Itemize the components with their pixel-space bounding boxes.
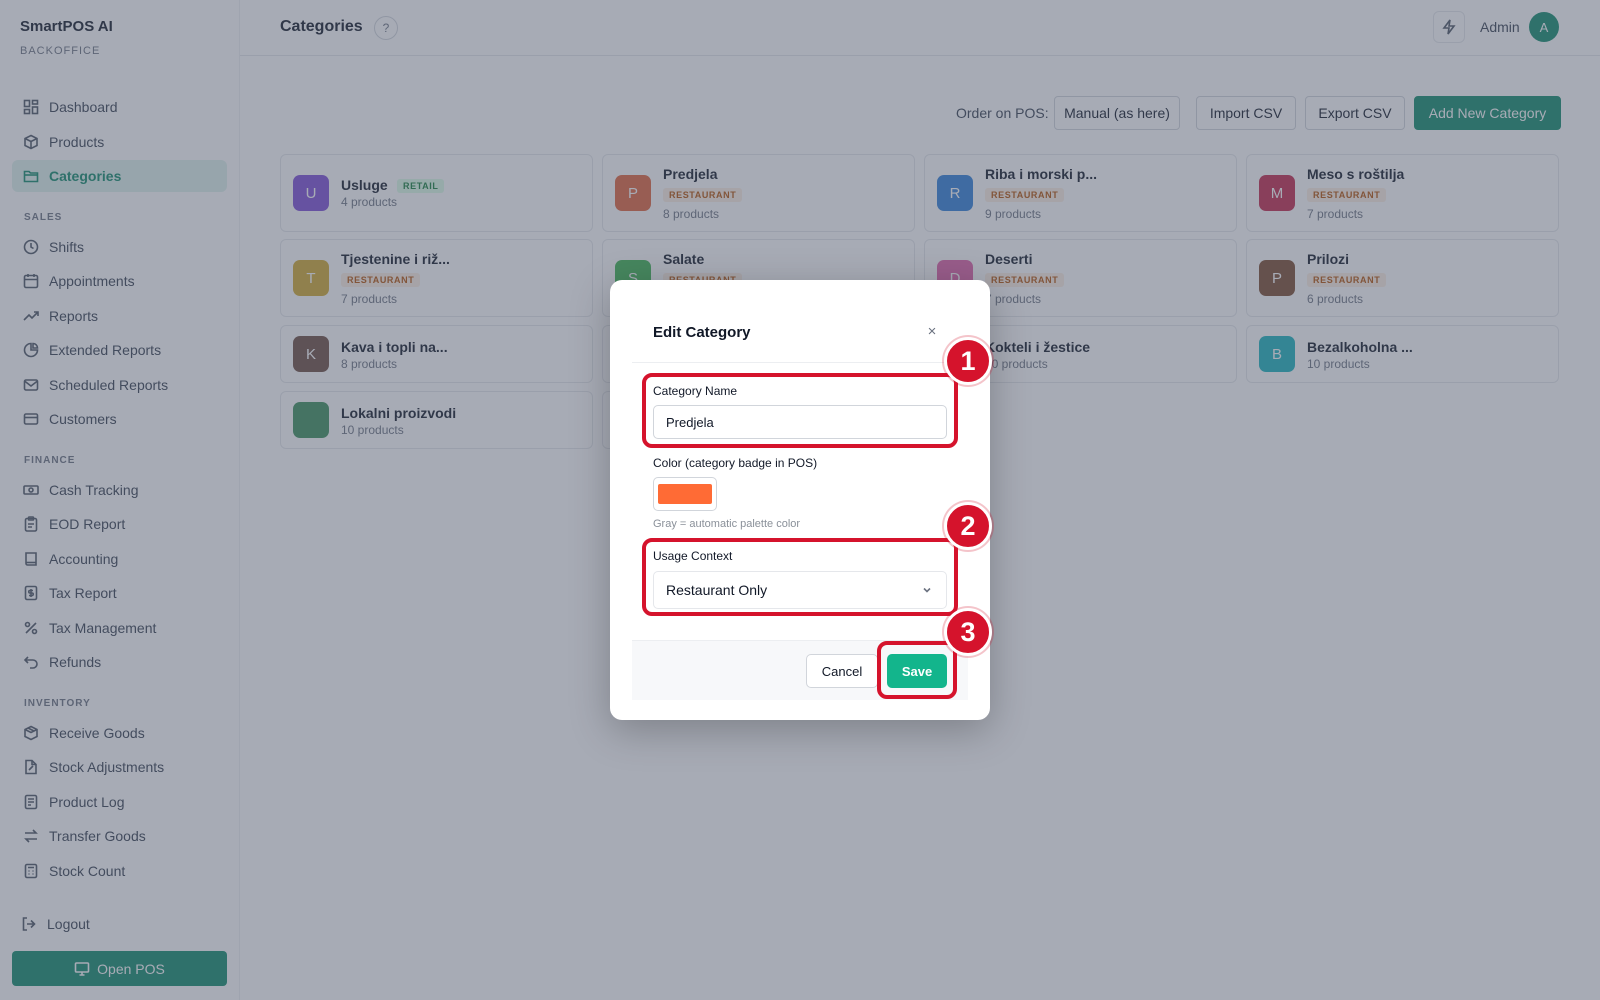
close-icon[interactable]: ×: [923, 322, 941, 340]
color-swatch: [658, 484, 712, 504]
color-picker[interactable]: [653, 477, 717, 511]
modal-title: Edit Category: [653, 324, 751, 341]
highlight-save-button: [877, 641, 957, 699]
step-3-marker: 3: [944, 608, 992, 656]
step-2-marker: 2: [944, 502, 992, 550]
step-1-marker: 1: [944, 337, 992, 385]
color-hint: Gray = automatic palette color: [653, 518, 801, 530]
highlight-category-name: [642, 373, 958, 448]
modal-divider: [632, 362, 968, 363]
cancel-button[interactable]: Cancel: [806, 654, 878, 688]
highlight-usage-context: [642, 538, 958, 616]
color-label: Color (category badge in POS): [653, 456, 818, 470]
